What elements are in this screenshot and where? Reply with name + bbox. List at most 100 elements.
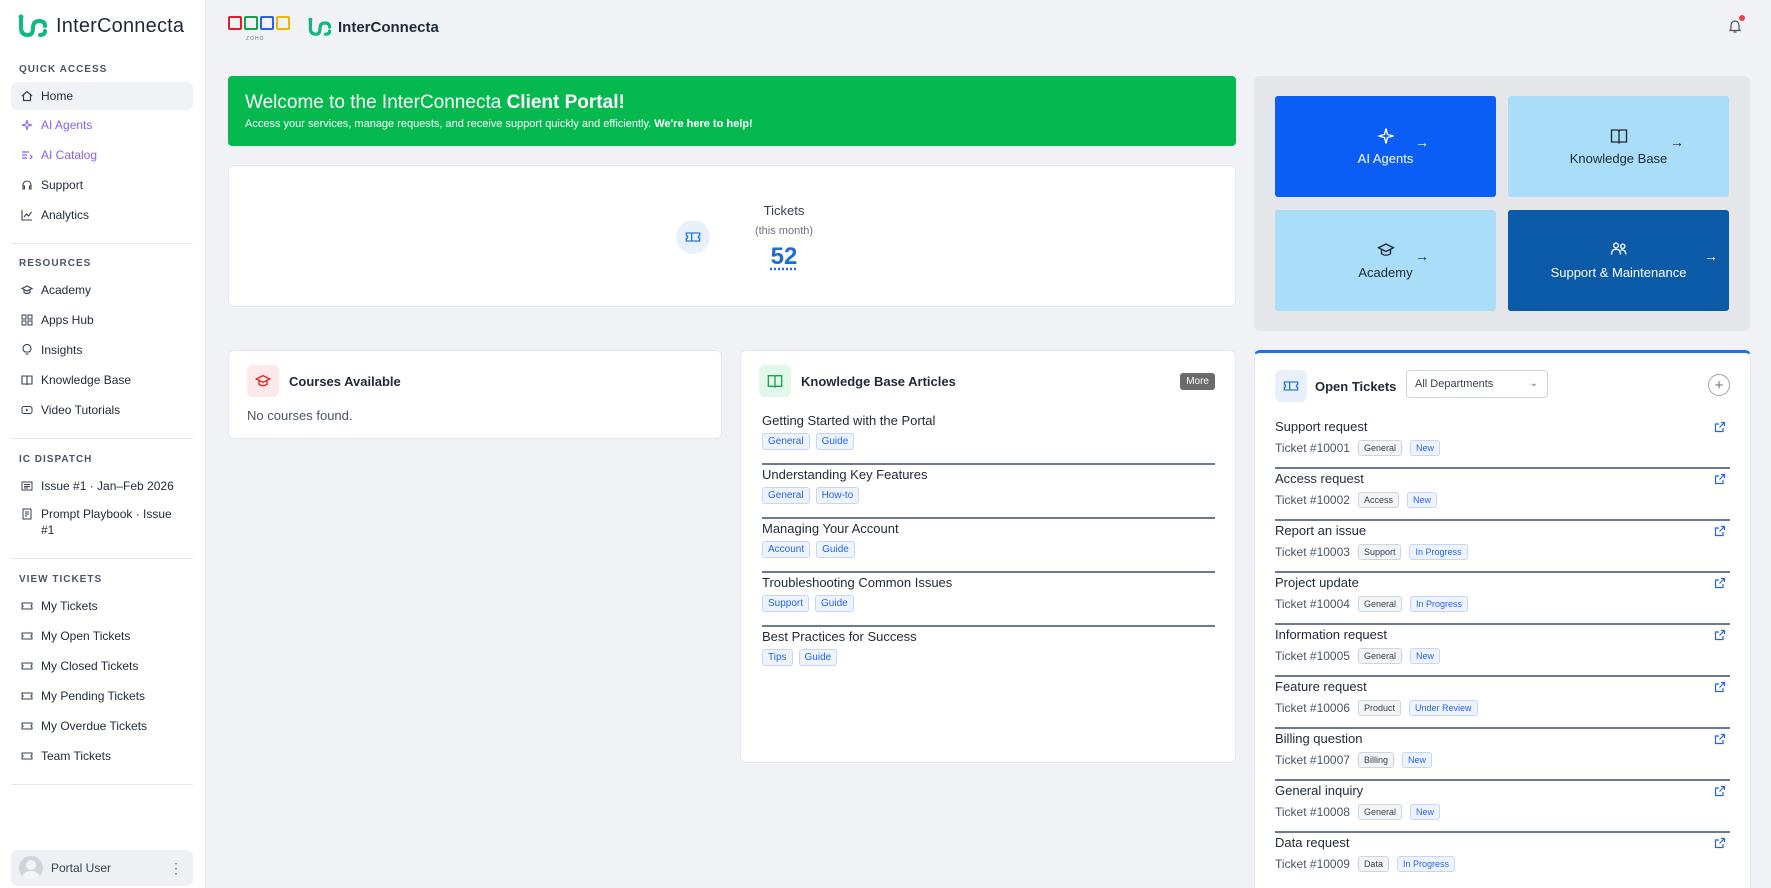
kb-article[interactable]: Troubleshooting Common Issues Support Gui… (762, 573, 1215, 627)
kb-article-title[interactable]: Getting Started with the Portal (762, 413, 1215, 428)
status-badge: New (1410, 648, 1440, 664)
sidebar-item-my-open-tickets[interactable]: My Open Tickets (11, 622, 193, 650)
kb-article-title[interactable]: Best Practices for Success (762, 629, 1215, 644)
ticket-row[interactable]: Data request Ticket #10009 Data In Progres… (1275, 833, 1730, 885)
ticket-title[interactable]: Project update (1275, 575, 1730, 590)
sidebar-item-label: Apps Hub (41, 313, 94, 327)
kb-article-title[interactable]: Understanding Key Features (762, 467, 1215, 482)
welcome-title-bold: Client Portal! (507, 92, 625, 113)
department-select[interactable]: All Departments ⌄ (1406, 370, 1548, 398)
ticket-id: Ticket #10009 (1275, 857, 1350, 871)
sidebar-item-team-tickets[interactable]: Team Tickets (11, 742, 193, 770)
sidebar-item-label: Insights (41, 343, 82, 357)
tile-ai-agents[interactable]: AI Agents → (1275, 96, 1496, 197)
tickets-stat-card: Tickets (this month) 52 (228, 165, 1236, 307)
ticket-title[interactable]: General inquiry (1275, 783, 1730, 798)
external-link-icon[interactable] (1714, 681, 1726, 693)
tile-support-maintenance[interactable]: Support & Maintenance → (1508, 210, 1729, 311)
sidebar-item-academy[interactable]: Academy (11, 276, 193, 304)
ticket-id: Ticket #10004 (1275, 597, 1350, 611)
ticket-row[interactable]: Project update Ticket #10004 General In Pr… (1275, 573, 1730, 625)
tile-label: Academy (1358, 265, 1412, 280)
tickets-stat-sub: (this month) (719, 225, 849, 237)
ticket-row[interactable]: Support request Ticket #10001 General New (1275, 417, 1730, 469)
external-link-icon[interactable] (1714, 421, 1726, 433)
zoho-logo-green (244, 16, 258, 30)
ticket-title[interactable]: Information request (1275, 627, 1730, 642)
add-ticket-button[interactable]: + (1708, 374, 1730, 396)
ticket-row[interactable]: General inquiry Ticket #10008 General New (1275, 781, 1730, 833)
sidebar-item-my-closed-tickets[interactable]: My Closed Tickets (11, 652, 193, 680)
tile-knowledge-base[interactable]: Knowledge Base → (1508, 96, 1729, 197)
ticket-row[interactable]: Access request Ticket #10002 Access New (1275, 469, 1730, 521)
sidebar-item-label: Home (41, 89, 73, 103)
external-link-icon[interactable] (1714, 733, 1726, 745)
sidebar-item-ai-catalog[interactable]: AI Catalog (11, 141, 193, 169)
external-link-icon[interactable] (1714, 525, 1726, 537)
kb-article-title[interactable]: Managing Your Account (762, 521, 1215, 536)
sidebar-item-insights[interactable]: Insights (11, 336, 193, 364)
user-profile[interactable]: Portal User ⋮ (11, 850, 193, 886)
interconnecta-logo-icon (308, 17, 332, 37)
graduation-cap-icon (21, 284, 33, 296)
ticket-title[interactable]: Support request (1275, 419, 1730, 434)
sidebar-item-ai-agents[interactable]: AI Agents (11, 111, 193, 139)
kb-article-title[interactable]: Troubleshooting Common Issues (762, 575, 1215, 590)
department-badge: General (1358, 648, 1402, 664)
kb-article[interactable]: Managing Your Account Account Guide (762, 519, 1215, 573)
avatar (19, 856, 43, 880)
ticket-row[interactable]: Information request Ticket #10005 General… (1275, 625, 1730, 677)
document-icon (21, 508, 33, 520)
more-vertical-icon[interactable]: ⋮ (169, 860, 183, 877)
ticket-row[interactable]: Feature request Ticket #10006 Product Unde… (1275, 677, 1730, 729)
sidebar-item-label: My Tickets (41, 599, 98, 613)
sidebar-item-support[interactable]: Support (11, 171, 193, 199)
external-link-icon[interactable] (1714, 837, 1726, 849)
sidebar-item-prompt-playbook[interactable]: Prompt Playbook · Issue #1 (11, 502, 181, 538)
ticket-id: Ticket #10007 (1275, 753, 1350, 767)
welcome-subtitle: Access your services, manage requests, a… (245, 118, 1219, 130)
ticket-title[interactable]: Feature request (1275, 679, 1730, 694)
ticket-title[interactable]: Report an issue (1275, 523, 1730, 538)
ticket-row[interactable]: Report an issue Ticket #10003 Support In P… (1275, 521, 1730, 573)
sidebar-item-home[interactable]: Home (11, 82, 193, 110)
external-link-icon[interactable] (1714, 577, 1726, 589)
department-badge: Access (1358, 492, 1399, 508)
sidebar-item-my-tickets[interactable]: My Tickets (11, 592, 193, 620)
kb-article[interactable]: Understanding Key Features General How-to (762, 465, 1215, 519)
more-button[interactable]: More (1180, 373, 1215, 390)
arrow-right-icon: → (1415, 134, 1429, 150)
sidebar-item-analytics[interactable]: Analytics (11, 201, 193, 229)
kb-tag: Tips (762, 649, 793, 666)
kb-article[interactable]: Best Practices for Success Tips Guide (762, 627, 1215, 681)
sidebar-brand[interactable]: InterConnecta (18, 14, 184, 38)
topbar: ZOHO InterConnecta (206, 0, 1771, 56)
list-icon (21, 149, 33, 161)
kb-article[interactable]: Getting Started with the Portal General G… (762, 411, 1215, 465)
ticket-icon (21, 750, 33, 762)
sidebar-item-apps-hub[interactable]: Apps Hub (11, 306, 193, 334)
external-link-icon[interactable] (1714, 629, 1726, 641)
ticket-row[interactable]: Billing question Ticket #10007 Billing New (1275, 729, 1730, 781)
external-link-icon[interactable] (1714, 473, 1726, 485)
sidebar-item-knowledge-base[interactable]: Knowledge Base (11, 366, 193, 394)
ticket-title[interactable]: Data request (1275, 835, 1730, 850)
sidebar-item-my-pending-tickets[interactable]: My Pending Tickets (11, 682, 193, 710)
department-badge: Support (1358, 544, 1402, 560)
tile-academy[interactable]: Academy → (1275, 210, 1496, 311)
zoho-logo[interactable] (228, 16, 290, 30)
department-badge: Product (1358, 700, 1401, 716)
sidebar-item-video-tutorials[interactable]: Video Tutorials (11, 396, 193, 424)
external-link-icon[interactable] (1714, 785, 1726, 797)
sparkle-icon (21, 119, 33, 131)
sidebar-item-my-overdue-tickets[interactable]: My Overdue Tickets (11, 712, 193, 740)
sidebar-item-label: Issue #1 · Jan–Feb 2026 (41, 479, 174, 493)
tile-label: Support & Maintenance (1551, 265, 1687, 280)
ticket-title[interactable]: Access request (1275, 471, 1730, 486)
zoho-wordmark: ZOHO (246, 36, 264, 42)
tickets-stat-value[interactable]: 52 (719, 243, 849, 271)
topbar-brand[interactable]: InterConnecta (308, 17, 439, 37)
sidebar-item-label: Prompt Playbook · Issue #1 (41, 506, 181, 538)
sidebar-item-dispatch-issue-1[interactable]: Issue #1 · Jan–Feb 2026 (11, 472, 193, 500)
ticket-title[interactable]: Billing question (1275, 731, 1730, 746)
